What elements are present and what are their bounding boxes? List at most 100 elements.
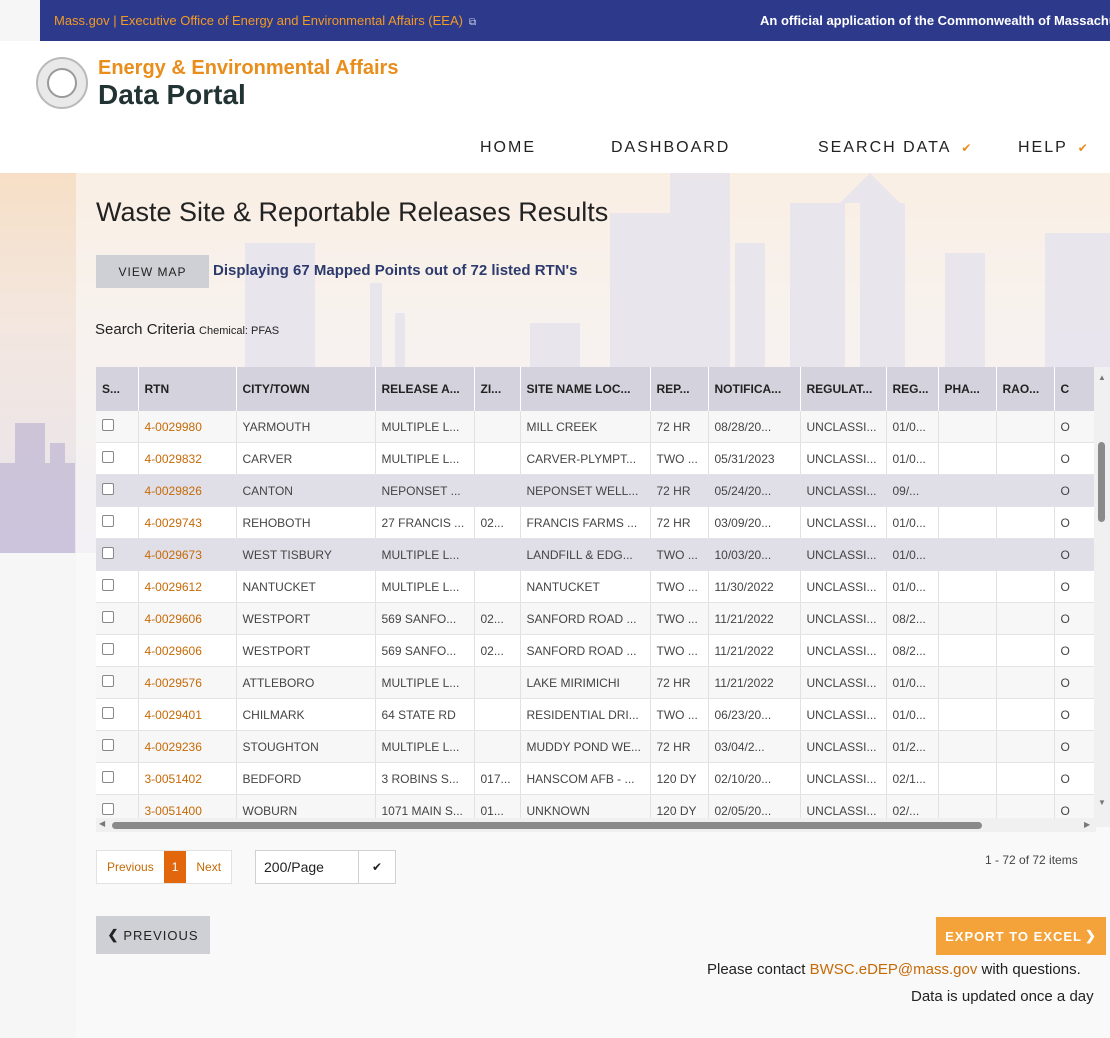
nav-help[interactable]: HELP ✔ [1018,139,1090,157]
rtn-link[interactable]: 4-0029826 [138,474,237,507]
row-checkbox[interactable] [102,547,114,559]
table-row[interactable]: 4-0029673 WEST TISBURY MULTIPLE L... LANDFI… [96,538,1110,571]
column-header[interactable]: REP... [650,367,709,411]
rtn-link[interactable]: 4-0029832 [138,442,237,475]
table-row[interactable]: 4-0029612 NANTUCKET MULTIPLE L... NANTUCKET… [96,570,1110,603]
row-select-cell [96,666,139,699]
column-header[interactable]: NOTIFICA... [708,367,801,411]
contact-email-link[interactable]: BWSC.eDEP@mass.gov [810,961,978,978]
rtn-link[interactable]: 4-0029236 [138,730,237,763]
page-size-select[interactable]: 200/Page ✔ [255,850,396,884]
column-header[interactable]: REGULAT... [800,367,887,411]
search-criteria: Search Criteria Chemical: PFAS [95,321,279,338]
scroll-right-icon[interactable]: ▶ [1084,820,1090,829]
table-cell [938,442,997,475]
table-cell: MILL CREEK [520,411,651,443]
eea-link[interactable]: Mass.gov | Executive Office of Energy an… [54,13,476,28]
table-cell: MULTIPLE L... [375,442,475,475]
row-checkbox[interactable] [102,451,114,463]
state-seal-logo[interactable] [36,57,88,109]
table-row[interactable]: 4-0029576 ATTLEBORO MULTIPLE L... LAKE MIRI… [96,666,1110,699]
row-select-cell [96,698,139,731]
site-header: Energy & Environmental Affairs Data Port… [0,41,1110,173]
pager-previous[interactable]: Previous [97,851,164,883]
table-cell: LAKE MIRIMICHI [520,666,651,699]
table-cell: 11/21/2022 [708,634,801,667]
rtn-link[interactable]: 3-0051402 [138,762,237,795]
vertical-scroll-thumb[interactable] [1098,442,1105,522]
table-row[interactable]: 4-0029606 WESTPORT 569 SANFO... 02... SANFOR… [96,602,1110,635]
table-cell: WESTPORT [236,634,376,667]
pager-next[interactable]: Next [186,851,231,883]
rtn-link[interactable]: 4-0029980 [138,411,237,443]
table-row[interactable]: 4-0029743 REHOBOTH 27 FRANCIS ... 02... FRAN… [96,506,1110,539]
table-row[interactable]: 4-0029832 CARVER MULTIPLE L... CARVER-PLYMP… [96,442,1110,475]
pager-current-page[interactable]: 1 [163,851,187,883]
table-cell [996,666,1055,699]
column-header[interactable]: SITE NAME LOC... [520,367,651,411]
table-cell [996,474,1055,507]
column-header[interactable]: RELEASE A... [375,367,475,411]
rtn-link[interactable]: 4-0029743 [138,506,237,539]
scroll-left-icon[interactable]: ◀ [99,819,105,828]
scroll-down-icon[interactable]: ▼ [1098,798,1106,807]
table-cell: 72 HR [650,730,709,763]
row-checkbox[interactable] [102,803,114,815]
table-cell: CARVER [236,442,376,475]
rtn-link[interactable]: 4-0029401 [138,698,237,731]
table-cell: UNCLASSI... [800,666,887,699]
table-cell [938,634,997,667]
vertical-scrollbar[interactable]: ▲ ▼ [1094,367,1110,827]
scroll-up-icon[interactable]: ▲ [1098,373,1106,382]
table-cell: NANTUCKET [520,570,651,603]
table-cell [938,506,997,539]
row-checkbox[interactable] [102,643,114,655]
view-map-button[interactable]: VIEW MAP [96,255,209,288]
table-cell: UNCLASSI... [800,698,887,731]
column-header[interactable]: CITY/TOWN [236,367,376,411]
row-checkbox[interactable] [102,419,114,431]
table-cell: 27 FRANCIS ... [375,506,475,539]
rtn-link[interactable]: 4-0029612 [138,570,237,603]
horizontal-scrollbar[interactable]: ◀ ▶ [96,818,1096,832]
table-row[interactable]: 4-0029236 STOUGHTON MULTIPLE L... MUDDY PON… [96,730,1110,763]
row-checkbox[interactable] [102,579,114,591]
rtn-link[interactable]: 4-0029576 [138,666,237,699]
table-cell: 11/30/2022 [708,570,801,603]
row-checkbox[interactable] [102,739,114,751]
horizontal-scroll-thumb[interactable] [112,822,982,829]
nav-home[interactable]: HOME [480,139,536,157]
row-checkbox[interactable] [102,611,114,623]
top-bar: Mass.gov | Executive Office of Energy an… [40,0,1110,41]
row-checkbox[interactable] [102,771,114,783]
table-cell [996,730,1055,763]
column-header[interactable]: RTN [138,367,237,411]
table-row[interactable]: 4-0029826 CANTON NEPONSET ... NEPONSET WELL… [96,474,1110,507]
column-header[interactable]: RAO... [996,367,1055,411]
row-checkbox[interactable] [102,515,114,527]
row-checkbox[interactable] [102,483,114,495]
export-to-excel-button[interactable]: EXPORT TO EXCEL ❯ [936,917,1106,955]
rtn-link[interactable]: 4-0029606 [138,634,237,667]
table-cell: SANFORD ROAD ... [520,634,651,667]
table-row[interactable]: 4-0029401 CHILMARK 64 STATE RD RESIDENTIAL … [96,698,1110,731]
column-header[interactable]: S... [96,367,139,411]
column-header[interactable]: PHA... [938,367,997,411]
rtn-link[interactable]: 4-0029606 [138,602,237,635]
column-header[interactable]: ZI... [474,367,521,411]
table-row[interactable]: 3-0051402 BEDFORD 3 ROBINS S... 017... HANSC… [96,762,1110,795]
previous-button[interactable]: ❮ PREVIOUS [96,916,210,954]
nav-search-data[interactable]: SEARCH DATA ✔ [818,139,973,157]
chevron-down-icon[interactable]: ✔ [358,851,395,883]
table-cell: UNCLASSI... [800,411,887,443]
row-checkbox[interactable] [102,675,114,687]
table-row[interactable]: 4-0029606 WESTPORT 569 SANFO... 02... SANFOR… [96,634,1110,667]
brand-line2[interactable]: Data Portal [98,79,246,111]
table-row[interactable]: 4-0029980 YARMOUTH MULTIPLE L... MILL CREEK… [96,411,1110,443]
search-criteria-label: Search Criteria [95,321,196,338]
rtn-link[interactable]: 4-0029673 [138,538,237,571]
nav-dashboard[interactable]: DASHBOARD [611,139,730,157]
column-header[interactable]: REG... [886,367,939,411]
brand-line1[interactable]: Energy & Environmental Affairs [98,57,398,80]
row-checkbox[interactable] [102,707,114,719]
